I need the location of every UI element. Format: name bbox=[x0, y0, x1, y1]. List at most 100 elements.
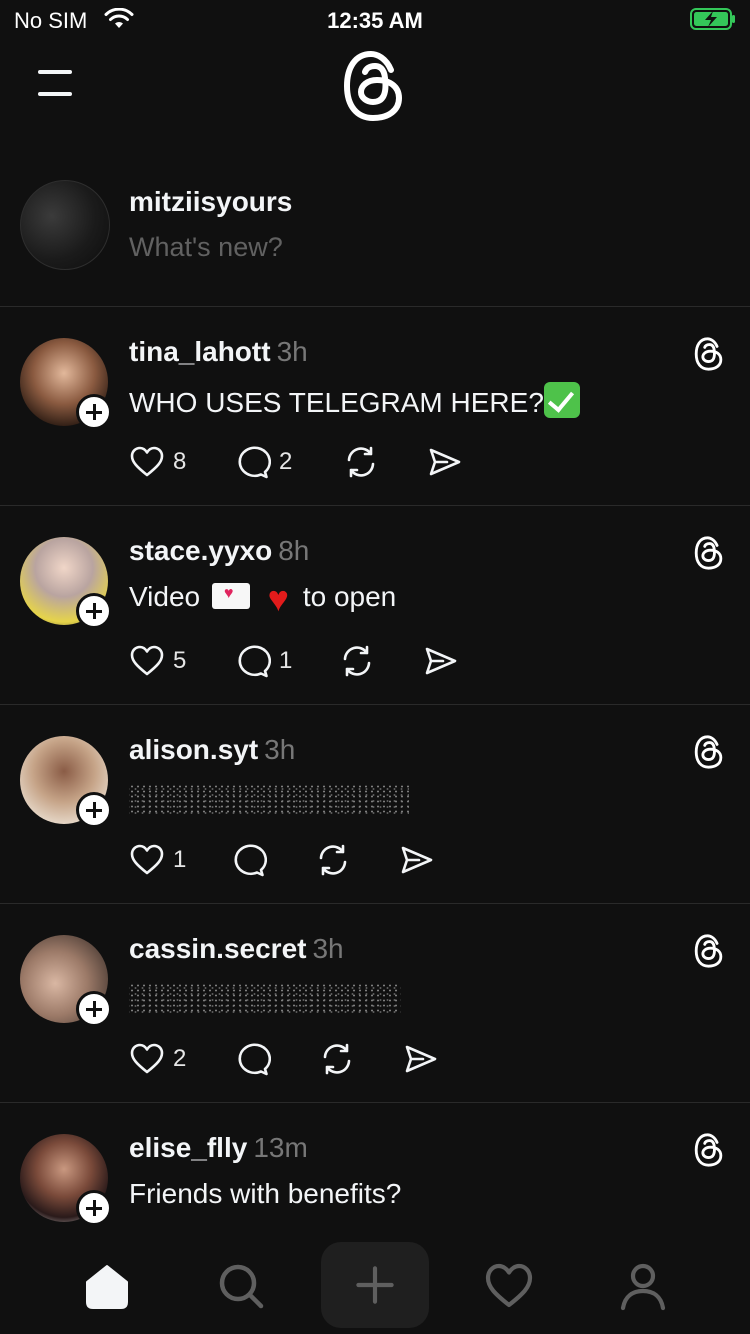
repost-button[interactable] bbox=[339, 643, 375, 679]
check-mark-emoji bbox=[543, 382, 580, 418]
post-header: tina_lahott 3h bbox=[129, 336, 308, 368]
post-text-content: WHO USES TELEGRAM HERE? bbox=[129, 387, 544, 418]
post-time: 3h bbox=[312, 933, 344, 964]
repost-button[interactable] bbox=[343, 444, 379, 480]
post-text: Video ♥ to open bbox=[129, 578, 396, 619]
tab-profile[interactable] bbox=[613, 1256, 673, 1316]
comment-icon bbox=[238, 446, 271, 479]
share-button[interactable] bbox=[427, 444, 463, 480]
threads-logo-icon[interactable] bbox=[341, 48, 407, 124]
post-text: Friends with benefits? bbox=[129, 1178, 402, 1209]
hamburger-menu-icon[interactable] bbox=[36, 68, 76, 100]
repost-button[interactable] bbox=[319, 1041, 355, 1077]
post-username[interactable]: stace.yyxo bbox=[129, 535, 272, 566]
status-bar: No SIM 12:35 AM bbox=[0, 0, 750, 44]
like-count: 5 bbox=[173, 647, 187, 674]
avatar[interactable] bbox=[20, 180, 110, 270]
send-icon bbox=[429, 448, 461, 476]
reply-button[interactable] bbox=[231, 842, 267, 878]
reply-count: 2 bbox=[279, 448, 293, 475]
comment-icon bbox=[238, 645, 271, 678]
reply-button[interactable]: 1 bbox=[235, 643, 292, 679]
heart-icon bbox=[130, 844, 164, 875]
post-actions: 1 bbox=[129, 842, 549, 878]
like-button[interactable]: 5 bbox=[129, 643, 186, 679]
like-count: 1 bbox=[173, 846, 187, 873]
post-actions: 8 2 bbox=[129, 444, 549, 480]
post-header: stace.yyxo 8h bbox=[129, 535, 309, 567]
love-letter-emoji bbox=[211, 583, 250, 609]
like-button[interactable]: 1 bbox=[129, 842, 186, 878]
hidden-text-placeholder bbox=[129, 983, 401, 1013]
search-icon bbox=[219, 1264, 264, 1309]
threads-mark-icon bbox=[694, 735, 723, 769]
post-item[interactable]: tina_lahott 3h WHO USES TELEGRAM HERE? 8 … bbox=[0, 306, 750, 506]
battery-icon bbox=[690, 8, 735, 30]
threads-mark-icon bbox=[694, 1133, 723, 1167]
follow-plus-icon[interactable] bbox=[76, 1190, 112, 1226]
post-time: 3h bbox=[276, 336, 308, 367]
activity-heart-icon bbox=[485, 1263, 533, 1308]
send-icon bbox=[425, 647, 457, 675]
reply-count: 1 bbox=[279, 647, 293, 674]
share-button[interactable] bbox=[423, 643, 459, 679]
heart-icon bbox=[130, 446, 164, 477]
follow-plus-icon[interactable] bbox=[76, 394, 112, 430]
profile-icon bbox=[620, 1263, 666, 1311]
compose-placeholder[interactable]: What's new? bbox=[129, 232, 283, 263]
post-item[interactable]: alison.syt 3h 1 bbox=[0, 704, 750, 904]
repost-icon bbox=[347, 446, 375, 478]
bottom-tab-bar bbox=[0, 1234, 750, 1334]
post-header: alison.syt 3h bbox=[129, 734, 295, 766]
tab-activity[interactable] bbox=[479, 1256, 539, 1316]
post-actions: 5 1 bbox=[129, 643, 549, 679]
post-username[interactable]: elise_flly bbox=[129, 1132, 247, 1163]
threads-mark-icon bbox=[694, 536, 723, 570]
post-username[interactable]: alison.syt bbox=[129, 734, 258, 765]
like-count: 2 bbox=[173, 1045, 187, 1072]
follow-plus-icon[interactable] bbox=[76, 593, 112, 629]
post-text: WHO USES TELEGRAM HERE? bbox=[129, 382, 580, 419]
top-bar bbox=[0, 44, 750, 134]
threads-mark-icon bbox=[694, 934, 723, 968]
reply-button[interactable] bbox=[235, 1041, 271, 1077]
like-button[interactable]: 8 bbox=[129, 444, 186, 480]
tab-search[interactable] bbox=[211, 1256, 271, 1316]
follow-plus-icon[interactable] bbox=[76, 792, 112, 828]
post-username[interactable]: tina_lahott bbox=[129, 336, 271, 367]
share-button[interactable] bbox=[403, 1041, 439, 1077]
heart-icon bbox=[130, 1043, 164, 1074]
plus-icon bbox=[356, 1266, 394, 1304]
repost-icon bbox=[319, 844, 347, 876]
repost-icon bbox=[323, 1043, 351, 1075]
send-icon bbox=[401, 846, 433, 874]
post-item[interactable]: stace.yyxo8h Video ♥ to open 5 1 bbox=[0, 505, 750, 705]
repost-button[interactable] bbox=[315, 842, 351, 878]
share-button[interactable] bbox=[399, 842, 435, 878]
tab-home[interactable] bbox=[77, 1256, 137, 1316]
current-username: mitziisyours bbox=[129, 186, 293, 217]
post-time: 13m bbox=[253, 1132, 308, 1163]
threads-mark-icon bbox=[694, 337, 723, 371]
send-icon bbox=[405, 1045, 437, 1073]
post-header: elise_flly 13m bbox=[129, 1132, 308, 1164]
follow-plus-icon[interactable] bbox=[76, 991, 112, 1027]
comment-icon bbox=[238, 1043, 271, 1076]
like-button[interactable]: 2 bbox=[129, 1041, 186, 1077]
post-header: cassin.secret 3h bbox=[129, 933, 344, 965]
compose-area[interactable]: mitziisyours What's new? bbox=[0, 160, 750, 307]
repost-icon bbox=[343, 645, 371, 677]
post-username[interactable]: cassin.secret bbox=[129, 933, 306, 964]
post-actions: 2 bbox=[129, 1041, 549, 1077]
hidden-text-placeholder bbox=[129, 784, 409, 814]
like-count: 8 bbox=[173, 448, 187, 475]
comment-icon bbox=[234, 844, 267, 877]
home-icon bbox=[86, 1265, 128, 1309]
tab-compose[interactable] bbox=[321, 1242, 429, 1328]
heart-icon bbox=[130, 645, 164, 676]
reply-button[interactable]: 2 bbox=[235, 444, 292, 480]
post-item[interactable]: elise_flly 13m Friends with benefits? bbox=[0, 1102, 750, 1234]
post-time: 3h bbox=[264, 734, 296, 765]
post-item[interactable]: cassin.secret 3h 2 bbox=[0, 903, 750, 1103]
red-heart-emoji: ♥ bbox=[267, 578, 290, 619]
